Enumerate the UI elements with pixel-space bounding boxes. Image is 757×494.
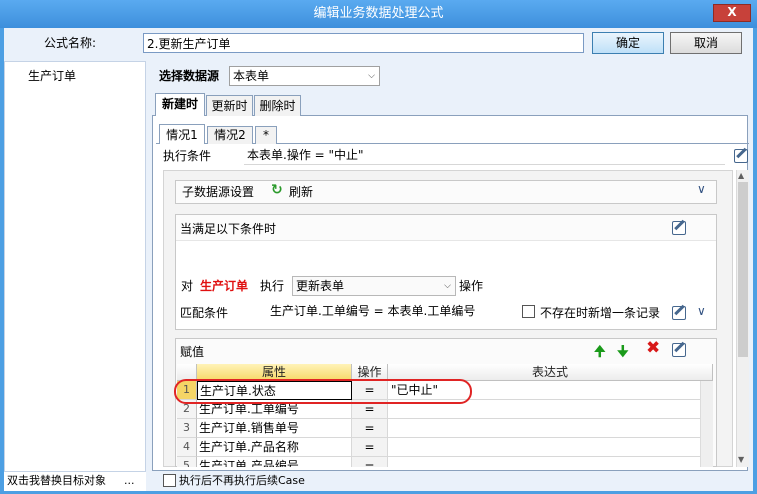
action-select[interactable]: 更新表单 ⌵ xyxy=(292,276,456,296)
table-row[interactable]: 4 生产订单.产品名称 = xyxy=(177,438,713,457)
exec-condition-label: 执行条件 xyxy=(163,149,212,163)
match-condition-label: 匹配条件 xyxy=(180,306,229,320)
chevron-down-icon: ⌵ xyxy=(444,281,451,291)
assignment-label: 赋值 xyxy=(180,345,205,359)
tab-on-update[interactable]: 更新时 xyxy=(206,95,253,116)
row-number: 5 xyxy=(177,457,197,467)
row-number: 3 xyxy=(177,419,197,438)
chevron-down-icon: ⌵ xyxy=(368,71,375,81)
delete-icon[interactable]: ✖ xyxy=(646,338,660,358)
exec-label: 执行 xyxy=(260,279,285,293)
attribute-cell[interactable]: 生产订单.产品名称 xyxy=(197,438,352,457)
insert-if-missing-label[interactable]: 不存在时新增一条记录 xyxy=(540,305,660,321)
tab-case-1[interactable]: 情况1 xyxy=(159,124,205,144)
grid-scrollbar[interactable] xyxy=(700,381,713,467)
sub-datasource-label: 子数据源设置 xyxy=(182,185,255,199)
scrollbar-thumb[interactable] xyxy=(738,182,748,357)
refresh-icon[interactable]: ↻ xyxy=(271,182,283,198)
stop-after-exec-label[interactable]: 执行后不再执行后续Case xyxy=(179,473,305,489)
expand-chevron-icon[interactable]: ∨ xyxy=(697,182,706,196)
replace-target-button[interactable]: ... xyxy=(124,474,135,488)
attribute-cell[interactable]: 生产订单.销售单号 xyxy=(197,419,352,438)
edit-match-icon[interactable] xyxy=(672,306,686,320)
match-condition-value[interactable]: 生产订单.工单编号 = 本表单.工单编号 xyxy=(267,302,513,321)
insert-if-missing-checkbox[interactable] xyxy=(522,305,535,318)
move-down-icon[interactable]: 🠋 xyxy=(617,341,629,365)
operation-cell[interactable]: = xyxy=(352,419,388,438)
tab-case-2[interactable]: 情况2 xyxy=(207,126,253,144)
table-row[interactable]: 5 生产订单.产品编号 = xyxy=(177,457,713,467)
attribute-cell[interactable]: 生产订单.产品编号 xyxy=(197,457,352,467)
expression-cell[interactable] xyxy=(388,438,713,457)
tab-on-delete[interactable]: 删除时 xyxy=(254,95,301,116)
when-condition-area[interactable] xyxy=(176,242,716,270)
datasource-select[interactable]: 本表单 ⌵ xyxy=(229,66,380,86)
refresh-button[interactable]: 刷新 xyxy=(289,184,313,200)
target-object-name: 生产订单 xyxy=(200,279,249,293)
replace-target-hint[interactable]: 双击我替换目标对象 xyxy=(7,474,106,488)
stop-after-exec-checkbox[interactable] xyxy=(163,474,176,487)
scroll-up-icon[interactable]: ▲ xyxy=(738,171,744,180)
highlight-annotation xyxy=(174,379,472,404)
ok-button[interactable]: 确定 xyxy=(592,32,664,54)
edit-assignment-icon[interactable] xyxy=(672,343,686,357)
close-button[interactable]: X xyxy=(713,4,751,22)
edit-condition-icon[interactable] xyxy=(734,149,748,163)
table-row[interactable]: 3 生产订单.销售单号 = xyxy=(177,419,713,438)
operation-cell[interactable]: = xyxy=(352,438,388,457)
datasource-label: 选择数据源 xyxy=(159,69,220,83)
datasource-selected: 本表单 xyxy=(233,69,270,83)
target-object-list xyxy=(4,61,146,491)
window-title: 编辑业务数据处理公式 xyxy=(313,6,444,21)
edit-when-icon[interactable] xyxy=(672,221,686,235)
formula-name-input[interactable] xyxy=(143,33,584,53)
operation-cell[interactable]: = xyxy=(352,457,388,467)
exec-condition-value[interactable]: 本表单.操作 = "中止" xyxy=(244,146,725,165)
formula-name-label: 公式名称: xyxy=(43,36,97,50)
operation-label: 操作 xyxy=(459,279,484,293)
move-up-icon[interactable]: 🠉 xyxy=(594,341,606,365)
expression-cell[interactable] xyxy=(388,457,713,467)
tab-case-add[interactable]: * xyxy=(255,126,277,144)
scroll-down-icon[interactable]: ▼ xyxy=(738,455,744,464)
cancel-button[interactable]: 取消 xyxy=(670,32,742,54)
for-label: 对 xyxy=(181,279,194,293)
action-selected: 更新表单 xyxy=(296,279,345,293)
target-object-item[interactable]: 生产订单 xyxy=(4,66,146,86)
sub-datasource-section xyxy=(175,180,717,204)
when-condition-label: 当满足以下条件时 xyxy=(180,222,277,236)
tab-on-create[interactable]: 新建时 xyxy=(155,93,205,116)
expand-chevron-icon[interactable]: ∨ xyxy=(697,304,706,318)
expression-cell[interactable] xyxy=(388,419,713,438)
row-number: 4 xyxy=(177,438,197,457)
